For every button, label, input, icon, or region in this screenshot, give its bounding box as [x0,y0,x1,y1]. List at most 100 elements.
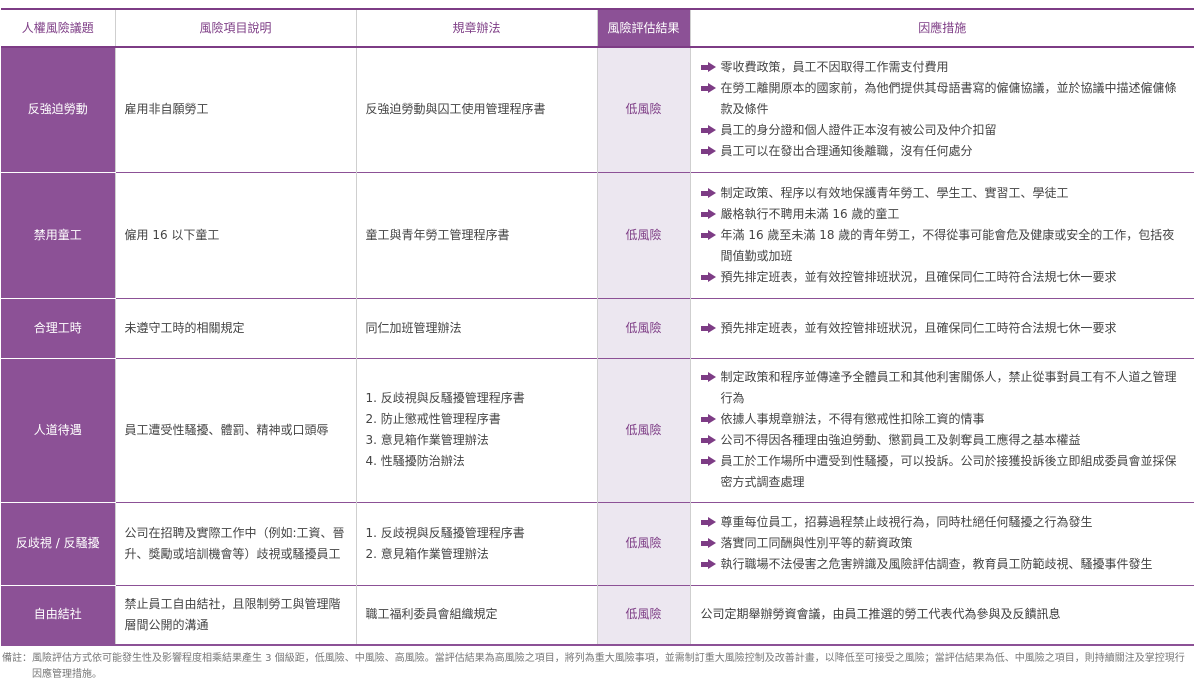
table-header-row: 人權風險議題 風險項目說明 規章辦法 風險評估結果 因應措施 [1,8,1194,48]
regulation-list: 童工與青年勞工管理程序書 [366,225,588,246]
regulation-item: 同仁加班管理辦法 [365,320,462,335]
risk-description: 雇用非自願勞工 [115,47,357,172]
arrow-right-icon [700,414,716,425]
arrow-right-icon [700,559,716,570]
regulation-list: 職工福利委員會組織規定 [366,604,588,625]
risk-topic: 人道待遇 [1,358,116,503]
arrow-right-icon [700,62,716,73]
measure-item: 公司不得因各種理由強迫勞動、懲罰員工及剝奪員工應得之基本權益 [700,430,1187,451]
regulation-list: 1. 反歧視與反騷擾管理程序書 2. 意見箱作業管理辦法 [366,523,588,565]
measure-item: 落實同工同酬與性別平等的薪資政策 [700,533,1187,554]
measure-item: 員工可以在發出合理通知後離職，沒有任何處分 [700,141,1187,162]
table-row: 人道待遇 員工遭受性騷擾、體罰、精神或口頭辱 1. 反歧視與反騷擾管理程序書 2. 防… [1,358,1194,503]
table-body: 反強迫勞動 雇用非自願勞工 反強迫勞動與囚工使用管理程序書 低風險 零收費政策，員工不因… [1,47,1194,646]
regulation-list: 反強迫勞動與囚工使用管理程序書 [366,99,588,120]
risk-description: 未遵守工時的相關規定 [115,298,357,358]
regulation-cell: 1. 反歧視與反騷擾管理程序書 2. 防止懲戒性管理程序書 3. 意見箱作業管理辦法… [356,358,598,502]
regulation-item: 童工與青年勞工管理程序書 [365,227,510,242]
table-row: 反強迫勞動 雇用非自願勞工 反強迫勞動與囚工使用管理程序書 低風險 零收費政策，員工不因… [1,47,1194,173]
risk-description: 公司在招聘及實際工作中（例如:工資、晉升、獎勵或培訓機會等）歧視或騷擾員工 [115,502,357,585]
header-rules: 規章辦法 [356,8,598,48]
measure-item: 員工於工作場所中遭受到性騷擾，可以投訴。公司於接獲投訴後立即組成委員會並採保密方… [700,451,1187,493]
measure-text: 員工的身分證和個人證件正本沒有被公司及仲介扣留 [720,123,997,138]
table-row: 自由結社 禁止員工自由結社，且限制勞工與管理階層間公開的溝通 職工福利委員會組織規定… [1,585,1194,646]
measure-item: 預先排定班表，並有效控管排班狀況，且確保同仁工時符合法規七休一要求 [700,267,1187,288]
arrow-right-icon [700,271,716,283]
regulation-item: 1. 反歧視與反騷擾管理程序書 [365,525,525,540]
human-rights-risk-table: 人權風險議題 風險項目說明 規章辦法 風險評估結果 因應措施 反強迫勞動 雇用非自… [1,8,1194,646]
measure-text: 公司不得因各種理由強迫勞動、懲罰員工及剝奪員工應得之基本權益 [720,433,1081,447]
page: 人權風險議題 風險項目說明 規章辦法 風險評估結果 因應措施 反強迫勞動 雇用非自… [0,0,1195,691]
measure-text: 制定政策、程序以有效地保護青年勞工、學生工、實習工、學徒工 [720,185,1069,200]
arrow-right-icon [700,229,716,241]
measures-cell: 預先排定班表，並有效控管排班狀況，且確保同仁工時符合法規七休一要求 [690,298,1194,358]
measure-item: 依據人事規章辦法，不得有懲戒性扣除工資的情事 [700,409,1187,430]
risk-topic: 自由結社 [1,585,116,646]
measure-text: 尊重每位員工，招募過程禁止歧視行為，同時杜絕任何騷擾之行為發生 [720,515,1093,529]
risk-topic: 禁用童工 [1,172,116,299]
risk-description: 禁止員工自由結社，且限制勞工與管理階層間公開的溝通 [115,585,357,645]
measures-list: 制定政策、程序以有效地保護青年勞工、學生工、實習工、學徒工 嚴格執行不聘用未滿 1… [700,183,1187,288]
measures-list: 預先排定班表，並有效控管排班狀況，且確保同仁工時符合法規七休一要求 [700,318,1187,339]
arrow-right-icon [700,372,716,383]
measure-text: 嚴格執行不聘用未滿 16 歲的童工 [720,206,900,221]
risk-topic: 合理工時 [1,298,116,359]
risk-description: 員工遭受性騷擾、體罰、精神或口頭辱 [115,358,357,502]
arrow-right-icon [700,435,716,446]
risk-topic: 反強迫勞動 [1,47,116,173]
arrow-right-icon [700,125,716,136]
measures-list: 尊重每位員工，招募過程禁止歧視行為，同時杜絕任何騷擾之行為發生落實同工同酬與性別… [700,512,1187,575]
header-desc: 風險項目說明 [115,8,357,48]
regulation-item: 3. 意見箱作業管理辦法 [365,433,489,447]
arrow-right-icon [700,456,716,467]
measure-item: 制定政策、程序以有效地保護青年勞工、學生工、實習工、學徒工 [700,183,1187,204]
measure-item: 嚴格執行不聘用未滿 16 歲的童工 [700,204,1187,225]
measure-item: 預先排定班表，並有效控管排班狀況，且確保同仁工時符合法規七休一要求 [700,318,1187,339]
regulation-cell: 1. 反歧視與反騷擾管理程序書 2. 意見箱作業管理辦法 [356,502,598,585]
measure-item: 制定政策和程序並傳達予全體員工和其他利害關係人，禁止從事對員工有不人道之管理行為 [700,367,1187,409]
arrow-right-icon [700,83,716,94]
measure-text: 零收費政策，員工不因取得工作需支付費用 [720,60,949,75]
measure-text: 預先排定班表，並有效控管排班狀況，且確保同仁工時符合法規七休一要求 [720,269,1117,284]
measure-item: 在勞工離開原本的國家前，為他們提供其母語書寫的僱傭協議，並於協議中描述僱傭條款及… [700,78,1187,120]
risk-result: 低風險 [597,172,691,298]
measures-list: 制定政策和程序並傳達予全體員工和其他利害關係人，禁止從事對員工有不人道之管理行為… [700,367,1187,493]
arrow-right-icon [700,187,716,199]
regulation-item: 1. 反歧視與反騷擾管理程序書 [365,391,525,405]
header-result: 風險評估結果 [597,8,691,48]
measure-text: 執行職場不法侵害之危害辨識及風險評估調查，教育員工防範歧視、騷擾事件發生 [720,557,1153,571]
measure-text: 員工可以在發出合理通知後離職，沒有任何處分 [720,144,973,159]
table-row: 反歧視 / 反騷擾 公司在招聘及實際工作中（例如:工資、晉升、獎勵或培訓機會等）歧… [1,502,1194,586]
arrow-right-icon [700,146,716,157]
risk-result: 低風險 [597,585,691,645]
regulation-item: 4. 性騷擾防治辦法 [365,454,465,468]
risk-result: 低風險 [597,298,691,358]
measure-item: 尊重每位員工，招募過程禁止歧視行為，同時杜絕任何騷擾之行為發生 [700,512,1187,533]
regulation-item: 2. 意見箱作業管理辦法 [365,546,489,561]
regulation-cell: 童工與青年勞工管理程序書 [356,172,598,298]
regulation-list: 同仁加班管理辦法 [366,318,588,339]
regulation-list: 1. 反歧視與反騷擾管理程序書 2. 防止懲戒性管理程序書 3. 意見箱作業管理辦法… [366,388,588,472]
measure-item: 執行職場不法侵害之危害辨識及風險評估調查，教育員工防範歧視、騷擾事件發生 [700,554,1187,575]
measure-item: 零收費政策，員工不因取得工作需支付費用 [700,57,1187,78]
measure-text: 員工於工作場所中遭受到性騷擾，可以投訴。公司於接獲投訴後立即組成委員會並採保密方… [720,454,1177,489]
header-topic: 人權風險議題 [1,8,116,48]
regulation-cell: 職工福利委員會組織規定 [356,585,598,645]
arrow-right-icon [700,208,716,220]
measure-item: 年滿 16 歲至未滿 18 歲的青年勞工，不得從事可能會危及健康或安全的工作，包… [700,225,1187,267]
arrow-right-icon [700,538,716,549]
arrow-right-icon [700,322,716,334]
regulation-item: 反強迫勞動與囚工使用管理程序書 [365,102,546,117]
measures-cell: 制定政策和程序並傳達予全體員工和其他利害關係人，禁止從事對員工有不人道之管理行為… [690,358,1194,502]
risk-result: 低風險 [597,502,691,585]
arrow-right-icon [700,517,716,528]
regulation-cell: 同仁加班管理辦法 [356,298,598,358]
header-measures: 因應措施 [690,8,1194,48]
measure-text: 公司定期舉辦勞資會議，由員工推選的勞工代表代為參與及反饋訊息 [700,607,1061,622]
regulation-cell: 反強迫勞動與囚工使用管理程序書 [356,47,598,172]
risk-result: 低風險 [597,47,691,172]
table-row: 禁用童工 僱用 16 以下童工 童工與青年勞工管理程序書 低風險 制定政策、程序以有效地… [1,172,1194,299]
measure-item: 員工的身分證和個人證件正本沒有被公司及仲介扣留 [700,120,1187,141]
regulation-item: 職工福利委員會組織規定 [365,607,498,622]
measure-text: 年滿 16 歲至未滿 18 歲的青年勞工，不得從事可能會危及健康或安全的工作，包… [720,227,1175,263]
